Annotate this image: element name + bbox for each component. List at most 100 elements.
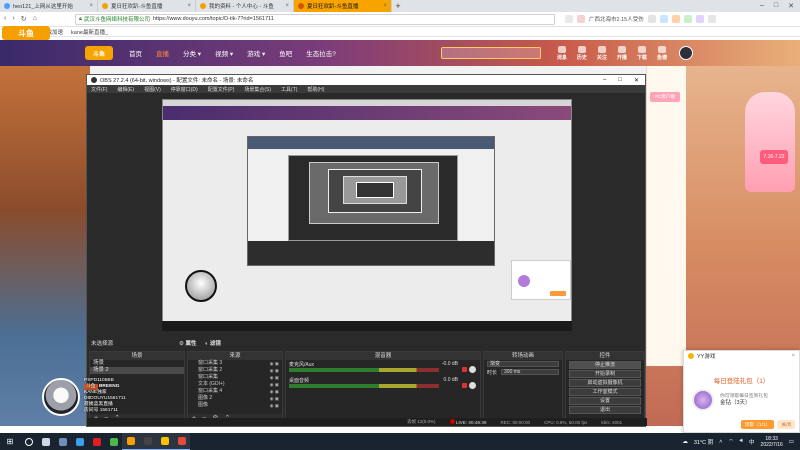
steam-icon[interactable] <box>54 433 71 450</box>
source-item[interactable]: 文本 (GDI+) <box>188 381 282 388</box>
task-view-icon[interactable] <box>37 433 54 450</box>
search-icon[interactable] <box>647 15 656 23</box>
site-search-input[interactable] <box>440 47 541 59</box>
menu-edit[interactable]: 编辑(E) <box>117 86 134 93</box>
site-tool-download[interactable]: 下载 <box>637 45 647 61</box>
home-icon[interactable]: ⌂ <box>33 15 37 23</box>
site-logo[interactable]: 斗鱼 <box>85 46 113 60</box>
site-tool-message[interactable]: 消息 <box>557 45 567 61</box>
source-item[interactable]: 窗口采集 4 <box>188 388 282 395</box>
stop-streaming-button[interactable]: 停止推流 <box>569 361 641 369</box>
mute-icon[interactable] <box>462 383 467 388</box>
site-tool-broadcast[interactable]: 开播 <box>617 45 627 61</box>
transition-select[interactable]: 渐变 <box>487 361 559 367</box>
duration-input[interactable]: 300 ms <box>501 369 559 375</box>
network-icon[interactable]: ⌔ <box>728 438 733 445</box>
settings-button[interactable]: 设置 <box>569 397 641 405</box>
menu-file[interactable]: 文件(F) <box>91 86 107 93</box>
source-item[interactable]: 窗口采集 3 <box>188 360 282 367</box>
source-item[interactable]: 窗口采集 <box>188 374 282 381</box>
maximize-icon[interactable]: □ <box>618 77 622 84</box>
tab-close-icon[interactable]: × <box>89 3 93 9</box>
properties-button[interactable]: ⚙ 属性 <box>179 339 196 347</box>
menu-scene-collection[interactable]: 场景集合(S) <box>244 86 271 93</box>
site-tool-follow[interactable]: 关注 <box>597 45 607 61</box>
claim-button[interactable]: 领取（1/1） <box>740 420 775 429</box>
close-icon[interactable]: ✕ <box>634 77 639 84</box>
browser-tab-2[interactable]: 夏日狂欢趴-斗鱼直播 × <box>98 0 196 12</box>
notifications-icon[interactable]: ▭ <box>789 439 794 445</box>
chevron-up-icon[interactable]: ˄ <box>719 439 722 445</box>
start-recording-button[interactable]: 开始录制 <box>569 370 641 378</box>
edge-icon[interactable] <box>71 433 88 450</box>
scene-item-selected[interactable]: 场景 2 <box>90 367 184 374</box>
extension-icon[interactable] <box>671 15 680 23</box>
extension-icon[interactable] <box>659 15 668 23</box>
douyu-icon[interactable] <box>122 433 139 450</box>
close-icon[interactable]: × <box>792 353 799 359</box>
nav-item-category[interactable]: 分类 ▾ <box>183 48 201 58</box>
promo-character-image[interactable] <box>745 92 795 192</box>
site-tool-fishpond[interactable]: 鱼塘 <box>657 45 667 61</box>
new-tab-button[interactable]: + <box>392 1 404 11</box>
url-input[interactable]: 🔒︎ 武汉斗鱼网络科技有限公司 https://www.douyu.com/to… <box>75 13 555 25</box>
tab-close-icon[interactable]: × <box>285 3 289 9</box>
menu-icon[interactable] <box>707 15 716 23</box>
extension-icon[interactable] <box>695 15 704 23</box>
maximize-icon[interactable]: □ <box>774 2 778 10</box>
tab-close-icon[interactable]: × <box>187 3 191 9</box>
nav-item-yuba[interactable]: 鱼吧 <box>279 48 292 58</box>
user-avatar[interactable] <box>678 46 693 60</box>
bookmark-item[interactable]: kane最新直播_ <box>71 28 108 36</box>
browser-tab-1[interactable]: heo121_上网从这里开始 × <box>0 0 98 12</box>
nav-item-live[interactable]: 直播 <box>156 48 169 58</box>
menu-help[interactable]: 帮助(H) <box>307 86 324 93</box>
extension-icon[interactable] <box>683 15 692 23</box>
menu-tools[interactable]: 工具(T) <box>281 86 297 93</box>
browser-tab-4-active[interactable]: 夏日狂欢趴-斗鱼直播 × <box>294 0 392 12</box>
nav-item-ecology[interactable]: 生态拉击? <box>306 48 336 58</box>
news-headline[interactable]: 广西北海市2.15人受伤 <box>589 15 644 23</box>
ime-icon[interactable]: 中 <box>749 438 755 446</box>
browser-tab-3[interactable]: 我的资料 - 个人中心 - 斗鱼 × <box>196 0 294 12</box>
obs-preview-canvas[interactable] <box>162 99 572 331</box>
gear-icon[interactable] <box>469 382 476 389</box>
menu-docks[interactable]: 停靠窗口(D) <box>171 86 198 93</box>
menu-view[interactable]: 视图(V) <box>144 86 161 93</box>
minimize-icon[interactable]: – <box>760 2 764 10</box>
windows-start-button[interactable]: ⊞ <box>0 433 20 450</box>
clock[interactable]: 18:33 2022/7/16 <box>761 436 783 448</box>
gear-icon[interactable] <box>469 366 476 373</box>
source-item[interactable]: 图像 2 <box>188 395 282 402</box>
back-icon[interactable]: ‹ <box>4 15 6 23</box>
menu-profile[interactable]: 配置文件(P) <box>208 86 235 93</box>
pc-client-badge[interactable]: PC客户端 <box>650 92 680 102</box>
filters-button[interactable]: ◐ 滤镜 <box>205 339 221 347</box>
obs-icon[interactable] <box>139 433 156 450</box>
exit-button[interactable]: 退出 <box>569 406 641 414</box>
dismiss-button[interactable]: 关闭 <box>777 420 795 429</box>
nav-item-video[interactable]: 视频 ▾ <box>215 48 233 58</box>
forward-icon[interactable]: › <box>12 15 14 23</box>
nav-item-home[interactable]: 首页 <box>129 48 142 58</box>
chrome-icon[interactable] <box>173 433 190 450</box>
tab-close-icon[interactable]: × <box>383 3 387 9</box>
minimize-icon[interactable]: – <box>603 77 606 84</box>
studio-mode-button[interactable]: 工作室模式 <box>569 388 641 396</box>
start-virtual-camera-button[interactable]: 启动虚拟摄像机 <box>569 379 641 387</box>
mute-icon[interactable] <box>462 367 467 372</box>
nav-item-game[interactable]: 游戏 ▾ <box>247 48 265 58</box>
lightning-icon[interactable] <box>565 15 573 23</box>
netease-icon[interactable] <box>88 433 105 450</box>
close-icon[interactable]: ✕ <box>788 2 794 10</box>
weather-text[interactable]: 31°C 阴 <box>694 438 713 446</box>
reload-icon[interactable]: ↻ <box>21 15 27 23</box>
search-icon[interactable] <box>20 433 37 450</box>
360-browser-icon[interactable] <box>105 433 122 450</box>
scene-item[interactable]: 场景 <box>90 360 184 367</box>
volume-icon[interactable]: 🔊︎ <box>740 438 743 445</box>
site-tool-history[interactable]: 历史 <box>577 45 587 61</box>
yy-icon[interactable] <box>156 433 173 450</box>
source-item[interactable]: 窗口采集 2 <box>188 367 282 374</box>
source-item[interactable]: 图像 <box>188 402 282 409</box>
